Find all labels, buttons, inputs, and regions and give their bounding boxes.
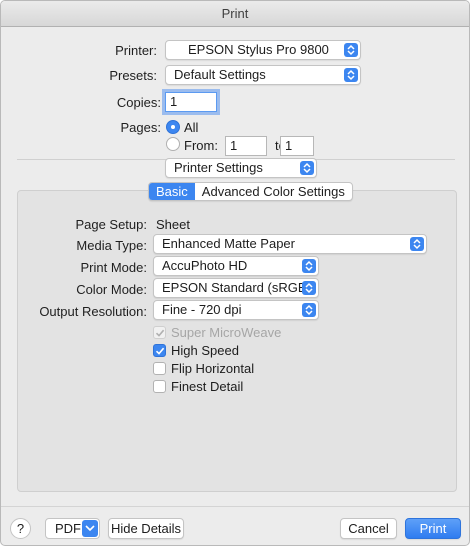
media-type-label: Media Type: xyxy=(76,238,147,253)
pages-from-radio[interactable] xyxy=(166,137,180,151)
media-type-value: Enhanced Matte Paper xyxy=(162,236,295,251)
presets-label: Presets: xyxy=(109,68,157,83)
up-down-arrows-icon xyxy=(302,303,316,317)
printer-popup[interactable]: EPSON Stylus Pro 9800 xyxy=(165,40,361,60)
pages-from-field[interactable]: 1 xyxy=(225,136,267,156)
color-mode-label: Color Mode: xyxy=(76,282,147,297)
tab-advanced-color-settings[interactable]: Advanced Color Settings xyxy=(195,183,352,200)
copies-field[interactable]: 1 xyxy=(165,92,217,112)
page-setup-label: Page Setup: xyxy=(75,217,147,232)
cancel-button[interactable]: Cancel xyxy=(340,518,397,539)
output-resolution-label: Output Resolution: xyxy=(39,304,147,319)
pages-from-label: From: xyxy=(184,138,218,153)
pages-to-field[interactable]: 1 xyxy=(280,136,314,156)
window-title: Print xyxy=(1,1,469,27)
copies-label: Copies: xyxy=(116,95,161,110)
pages-label: Pages: xyxy=(120,120,161,135)
print-dialog: Print Printer: EPSON Stylus Pro 9800 Pre… xyxy=(0,0,470,546)
presets-value: Default Settings xyxy=(174,67,266,82)
section-popup[interactable]: Printer Settings xyxy=(165,158,317,178)
print-mode-label: Print Mode: xyxy=(80,260,147,275)
up-down-arrows-icon xyxy=(300,161,314,175)
hide-details-button[interactable]: Hide Details xyxy=(108,518,184,539)
finest-detail-checkbox[interactable] xyxy=(153,380,166,393)
super-microweave-checkbox[interactable] xyxy=(153,326,166,339)
printer-label: Printer: xyxy=(115,43,157,58)
output-resolution-popup[interactable]: Fine - 720 dpi xyxy=(153,300,319,320)
print-mode-value: AccuPhoto HD xyxy=(162,258,248,273)
up-down-arrows-icon xyxy=(302,281,316,295)
media-type-popup[interactable]: Enhanced Matte Paper xyxy=(153,234,427,254)
presets-popup[interactable]: Default Settings xyxy=(165,65,361,85)
pdf-label: PDF xyxy=(55,521,81,536)
print-mode-popup[interactable]: AccuPhoto HD xyxy=(153,256,319,276)
page-setup-value: Sheet xyxy=(156,217,190,232)
up-down-arrows-icon xyxy=(344,68,358,82)
pages-all-label: All xyxy=(184,120,199,135)
settings-tabs: Basic Advanced Color Settings xyxy=(148,182,353,201)
flip-horizontal-checkbox[interactable] xyxy=(153,362,166,375)
tab-basic[interactable]: Basic xyxy=(149,183,195,200)
up-down-arrows-icon xyxy=(410,237,424,251)
output-resolution-value: Fine - 720 dpi xyxy=(162,302,242,317)
color-mode-popup[interactable]: EPSON Standard (sRGB) xyxy=(153,278,319,298)
checkmark-icon xyxy=(155,347,165,355)
high-speed-label: High Speed xyxy=(171,343,239,358)
print-button[interactable]: Print xyxy=(405,518,461,539)
chevron-down-icon xyxy=(82,520,98,537)
footer-separator xyxy=(1,506,469,507)
high-speed-checkbox[interactable] xyxy=(153,344,166,357)
up-down-arrows-icon xyxy=(302,259,316,273)
pdf-menu-button[interactable]: PDF xyxy=(45,518,100,539)
printer-value: EPSON Stylus Pro 9800 xyxy=(188,42,329,57)
section-popup-value: Printer Settings xyxy=(174,160,263,175)
flip-horizontal-label: Flip Horizontal xyxy=(171,361,255,376)
super-microweave-label: Super MicroWeave xyxy=(171,325,282,340)
up-down-arrows-icon xyxy=(344,43,358,57)
pages-all-radio[interactable] xyxy=(166,120,180,134)
help-button[interactable]: ? xyxy=(10,518,31,539)
checkmark-icon xyxy=(155,329,165,337)
finest-detail-label: Finest Detail xyxy=(171,379,244,394)
color-mode-value: EPSON Standard (sRGB) xyxy=(162,280,311,295)
